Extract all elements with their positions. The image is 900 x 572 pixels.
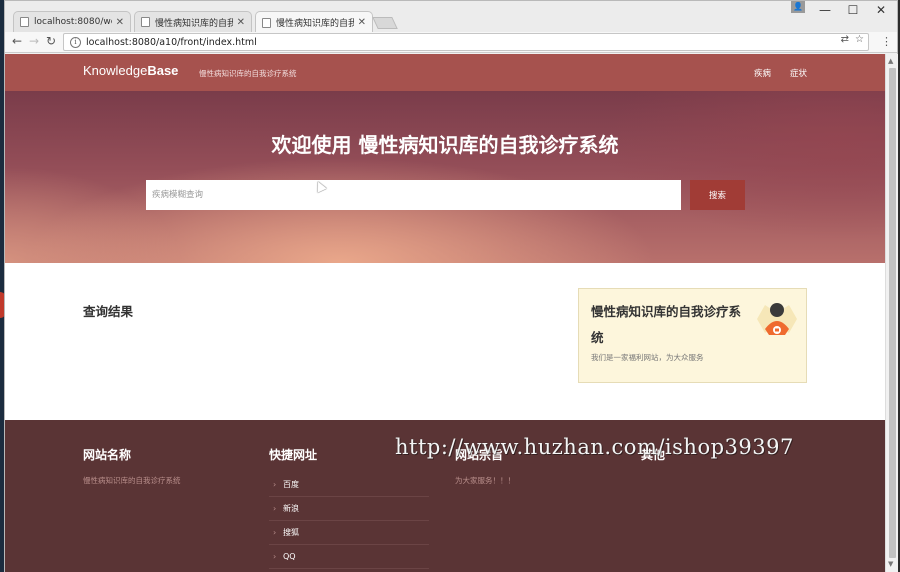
close-icon[interactable]: ✕ <box>358 17 366 28</box>
close-window-button[interactable]: ✕ <box>869 3 893 17</box>
translate-icon[interactable]: ⇄ <box>841 34 849 45</box>
nav-link-disease[interactable]: 疾病 <box>754 67 771 79</box>
tab-system-2[interactable]: 慢性病知识库的自我诊疗 ✕ <box>255 11 373 33</box>
tab-title: 慢性病知识库的自我诊疗 <box>155 18 233 29</box>
browser-menu-icon[interactable]: ⋮ <box>881 35 892 48</box>
scrollbar-thumb[interactable] <box>889 68 896 558</box>
result-heading: 查询结果 <box>83 304 134 319</box>
brand-subtitle: 慢性病知识库的自我诊疗系统 <box>199 69 297 78</box>
scroll-up-icon[interactable]: ▲ <box>888 57 893 65</box>
bookmark-star-icon[interactable]: ☆ <box>855 34 864 45</box>
card-description: 我们是一家福利网站，为大众服务 <box>591 353 704 362</box>
search-button[interactable]: 搜索 <box>690 180 745 210</box>
footer-heading-quick-links: 快捷网址 <box>269 448 318 462</box>
browser-toolbar: ← → ↻ i localhost:8080/a10/front/index.h… <box>5 32 897 53</box>
page-icon <box>141 17 150 27</box>
tab-localhost[interactable]: localhost:8080/webtoo ✕ <box>13 11 131 32</box>
info-icon[interactable]: i <box>70 36 81 48</box>
footer-heading-site-name: 网站名称 <box>83 448 132 462</box>
page-scrollbar[interactable]: ▲ ▼ <box>885 54 898 572</box>
main-content: 查询结果 慢性病知识库的自我诊疗系统 我们是一家福利网站，为大众服务 <box>5 263 885 420</box>
minimize-button[interactable]: — <box>813 3 837 17</box>
close-icon[interactable]: ✕ <box>116 17 124 28</box>
scroll-down-icon[interactable]: ▼ <box>888 560 893 568</box>
site-brand[interactable]: KnowledgeBase <box>83 63 178 78</box>
profile-icon[interactable]: 👤 <box>791 1 805 13</box>
new-tab-button[interactable] <box>372 17 398 29</box>
footer-link-sina[interactable]: 新浪 <box>269 497 429 521</box>
disease-search-input[interactable] <box>146 180 681 210</box>
brand-light: Knowledge <box>83 63 148 78</box>
tab-strip: localhost:8080/webtoo ✕ 慢性病知识库的自我诊疗 ✕ 慢性… <box>5 1 897 33</box>
page-icon <box>262 17 271 28</box>
nav-link-symptom[interactable]: 症状 <box>790 67 807 79</box>
close-icon[interactable]: ✕ <box>237 17 245 28</box>
maximize-button[interactable]: ☐ <box>841 3 865 17</box>
footer-link-qq[interactable]: QQ <box>269 545 429 569</box>
reload-icon[interactable]: ↻ <box>46 34 56 48</box>
hero-title: 欢迎使用 慢性病知识库的自我诊疗系统 <box>271 133 619 157</box>
url-text: localhost:8080/a10/front/index.html <box>86 36 257 48</box>
tab-system-1[interactable]: 慢性病知识库的自我诊疗 ✕ <box>134 11 252 32</box>
brand-bold: Base <box>147 63 179 78</box>
address-bar[interactable]: i localhost:8080/a10/front/index.html ⇄ … <box>63 33 869 51</box>
info-card: 慢性病知识库的自我诊疗系统 我们是一家福利网站，为大众服务 <box>578 288 807 383</box>
back-icon[interactable]: ← <box>12 34 22 48</box>
site-navbar: KnowledgeBase 慢性病知识库的自我诊疗系统 疾病 症状 <box>5 54 885 91</box>
forward-icon[interactable]: → <box>29 34 39 48</box>
page-icon <box>20 17 29 27</box>
footer-link-sohu[interactable]: 搜狐 <box>269 521 429 545</box>
footer-link-baidu[interactable]: 百度 <box>269 473 429 497</box>
watermark-text: http://www.huzhan.com/ishop39397 <box>395 435 794 459</box>
tab-title: localhost:8080/webtoo <box>34 17 112 27</box>
footer-site-name-text: 慢性病知识库的自我诊疗系统 <box>83 476 181 485</box>
tab-title: 慢性病知识库的自我诊疗 <box>276 19 354 29</box>
user-avatar-icon <box>757 303 797 335</box>
browser-window: localhost:8080/webtoo ✕ 慢性病知识库的自我诊疗 ✕ 慢性… <box>4 0 898 572</box>
hero-banner: 欢迎使用 慢性病知识库的自我诊疗系统 搜索 <box>5 91 885 263</box>
footer-quick-links: 百度 新浪 搜狐 QQ <box>269 473 429 569</box>
card-title: 慢性病知识库的自我诊疗系统 <box>591 304 742 345</box>
page-viewport: KnowledgeBase 慢性病知识库的自我诊疗系统 疾病 症状 欢迎使用 慢… <box>5 54 885 572</box>
footer-purpose-text: 为大家服务！！！ <box>455 476 515 485</box>
